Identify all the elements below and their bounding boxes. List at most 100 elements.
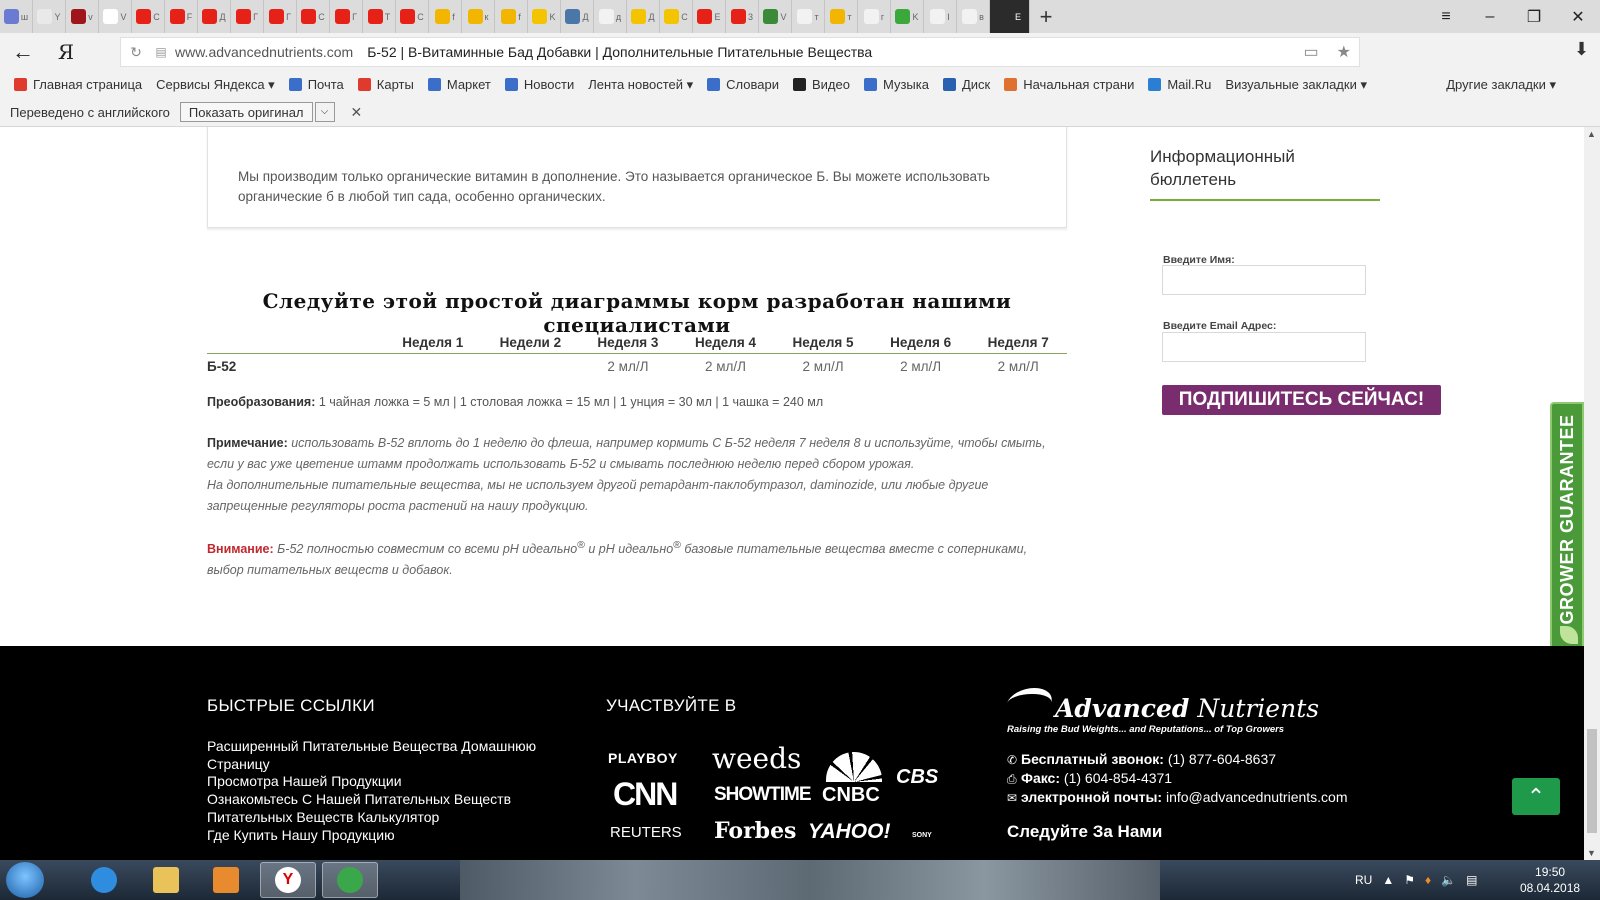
bookmark-item[interactable]: Почта: [288, 77, 344, 92]
bookmark-star-icon[interactable]: ★: [1337, 42, 1351, 62]
name-field[interactable]: [1162, 265, 1366, 295]
back-arrow-icon[interactable]: ←: [0, 39, 46, 65]
browser-tab[interactable]: Г: [330, 0, 363, 33]
bookmark-item[interactable]: Карты: [357, 77, 414, 92]
browser-tab[interactable]: 3: [726, 0, 759, 33]
email-link[interactable]: info@advancednutrients.com: [1162, 789, 1348, 805]
scroll-to-top-button[interactable]: ⌃: [1512, 778, 1560, 815]
browser-tab[interactable]: Y: [33, 0, 66, 33]
tray-expand-icon[interactable]: ▲: [1382, 873, 1394, 887]
internet-explorer-icon[interactable]: [76, 862, 132, 898]
browser-tab[interactable]: F: [165, 0, 198, 33]
menu-icon[interactable]: ≡: [1424, 0, 1468, 33]
browser-tab[interactable]: Д: [561, 0, 594, 33]
browser-tab[interactable]: V: [759, 0, 792, 33]
bookmark-item[interactable]: Начальная страни: [1004, 77, 1134, 92]
downloads-icon[interactable]: ⬇: [1574, 39, 1589, 60]
yandex-browser-icon[interactable]: Y: [260, 862, 316, 898]
bookmark-item[interactable]: Видео: [792, 77, 850, 92]
bookmark-item[interactable]: Главная страница: [14, 77, 142, 92]
subscribe-button[interactable]: ПОДПИШИТЕСЬ СЕЙЧАС!: [1162, 385, 1441, 415]
translate-options-chevron-icon[interactable]: ⌵: [314, 102, 335, 122]
reload-icon[interactable]: ↻: [121, 44, 151, 61]
browser-tab[interactable]: ш: [0, 0, 33, 33]
bookmark-item[interactable]: Сервисы Яндекса ▾: [156, 77, 275, 93]
address-bar[interactable]: ↻ ▤ www.advancednutrients.com Б-52 | B-В…: [120, 37, 1360, 67]
volume-icon[interactable]: 🔈: [1441, 873, 1456, 887]
tab-label: K: [549, 11, 556, 22]
new-tab-plus-icon[interactable]: +: [1030, 0, 1062, 33]
tab-favicon-icon: [930, 9, 946, 24]
browser-tab[interactable]: С: [297, 0, 330, 33]
quick-link[interactable]: Где Купить Нашу Продукцию: [207, 827, 557, 845]
browser-tab[interactable]: С: [396, 0, 429, 33]
browser-tab[interactable]: г: [858, 0, 891, 33]
browser-tab[interactable]: E: [693, 0, 726, 33]
scroll-up-arrow-icon[interactable]: ▲: [1587, 129, 1596, 139]
scroll-down-arrow-icon[interactable]: ▼: [1587, 848, 1596, 858]
grower-guarantee-tab[interactable]: GROWER GUARANTEE: [1550, 402, 1584, 654]
restore-icon[interactable]: ❐: [1512, 0, 1556, 33]
browser-tab[interactable]: E: [990, 0, 1030, 33]
globe-app-icon[interactable]: [322, 862, 378, 898]
bookmark-item[interactable]: Маркет: [427, 77, 491, 92]
browser-tab[interactable]: v: [66, 0, 99, 33]
minimize-icon[interactable]: –: [1468, 0, 1512, 33]
browser-tab[interactable]: K: [528, 0, 561, 33]
quick-link[interactable]: Расширенный Питательные Вещества Домашню…: [207, 738, 557, 773]
quick-link[interactable]: Ознакомьтесь С Нашей Питательных Веществ: [207, 791, 557, 809]
bookmark-item[interactable]: Лента новостей ▾: [588, 77, 693, 93]
bookmark-item[interactable]: Визуальные закладки ▾: [1225, 77, 1367, 93]
network-icon[interactable]: ▤: [1466, 873, 1477, 887]
email-field[interactable]: [1162, 332, 1366, 362]
scrollbar-thumb[interactable]: [1587, 729, 1597, 833]
reader-mode-icon[interactable]: ▭: [1304, 42, 1319, 62]
other-bookmarks[interactable]: Другие закладки ▾: [1446, 77, 1556, 93]
browser-tab[interactable]: f: [429, 0, 462, 33]
show-original-button[interactable]: Показать оригинал: [179, 102, 313, 122]
bookmark-item[interactable]: Новости: [504, 77, 574, 92]
warning-paragraph: Внимание: Б-52 полностью совместим со вс…: [207, 535, 1067, 581]
browser-tab[interactable]: к: [462, 0, 495, 33]
map-pin-icon: [357, 78, 371, 91]
bookmark-item[interactable]: Музыка: [863, 77, 929, 92]
browser-tab[interactable]: С: [660, 0, 693, 33]
clock[interactable]: 19:50 08.04.2018: [1520, 864, 1580, 896]
file-explorer-icon[interactable]: [138, 862, 194, 898]
bookmark-item[interactable]: Mail.Ru: [1148, 77, 1211, 92]
fox-icon[interactable]: ♦: [1425, 873, 1431, 887]
browser-tab[interactable]: T: [363, 0, 396, 33]
close-icon[interactable]: ✕: [351, 104, 363, 121]
bookmark-item[interactable]: Диск: [942, 77, 990, 92]
close-window-icon[interactable]: ✕: [1556, 0, 1600, 33]
browser-tab[interactable]: т: [792, 0, 825, 33]
vertical-scrollbar[interactable]: ▲ ▼: [1584, 127, 1600, 860]
yandex-logo-icon[interactable]: Я: [46, 40, 86, 64]
browser-tab[interactable]: т: [825, 0, 858, 33]
browser-tab[interactable]: Д: [627, 0, 660, 33]
browser-tab[interactable]: Г: [231, 0, 264, 33]
start-button[interactable]: [6, 862, 44, 898]
browser-tab[interactable]: Д: [198, 0, 231, 33]
browser-tab[interactable]: f: [495, 0, 528, 33]
browser-tab[interactable]: С: [132, 0, 165, 33]
flag-icon[interactable]: ⚑: [1404, 873, 1415, 887]
browser-tab[interactable]: Г: [264, 0, 297, 33]
bookmark-item[interactable]: Словари: [707, 77, 779, 92]
media-player-icon[interactable]: [198, 862, 254, 898]
browser-tab[interactable]: V: [99, 0, 132, 33]
browser-tab[interactable]: I: [924, 0, 957, 33]
bookmark-label: Главная страница: [33, 77, 143, 92]
browser-tab[interactable]: в: [957, 0, 990, 33]
tab-label: т: [847, 11, 852, 22]
tab-label: к: [484, 11, 489, 22]
browser-tab[interactable]: K: [891, 0, 924, 33]
language-indicator[interactable]: RU: [1355, 873, 1372, 887]
page-info-icon[interactable]: ▤: [151, 45, 171, 59]
quick-link[interactable]: Просмотра Нашей Продукции: [207, 773, 557, 791]
browser-tab[interactable]: д: [594, 0, 627, 33]
note-label: Примечание:: [207, 436, 288, 450]
forbes-logo: Forbes: [714, 818, 797, 844]
quick-link[interactable]: Питательных Веществ Калькулятор: [207, 809, 557, 827]
phone-number[interactable]: (1) 877-604-8637: [1164, 751, 1276, 767]
